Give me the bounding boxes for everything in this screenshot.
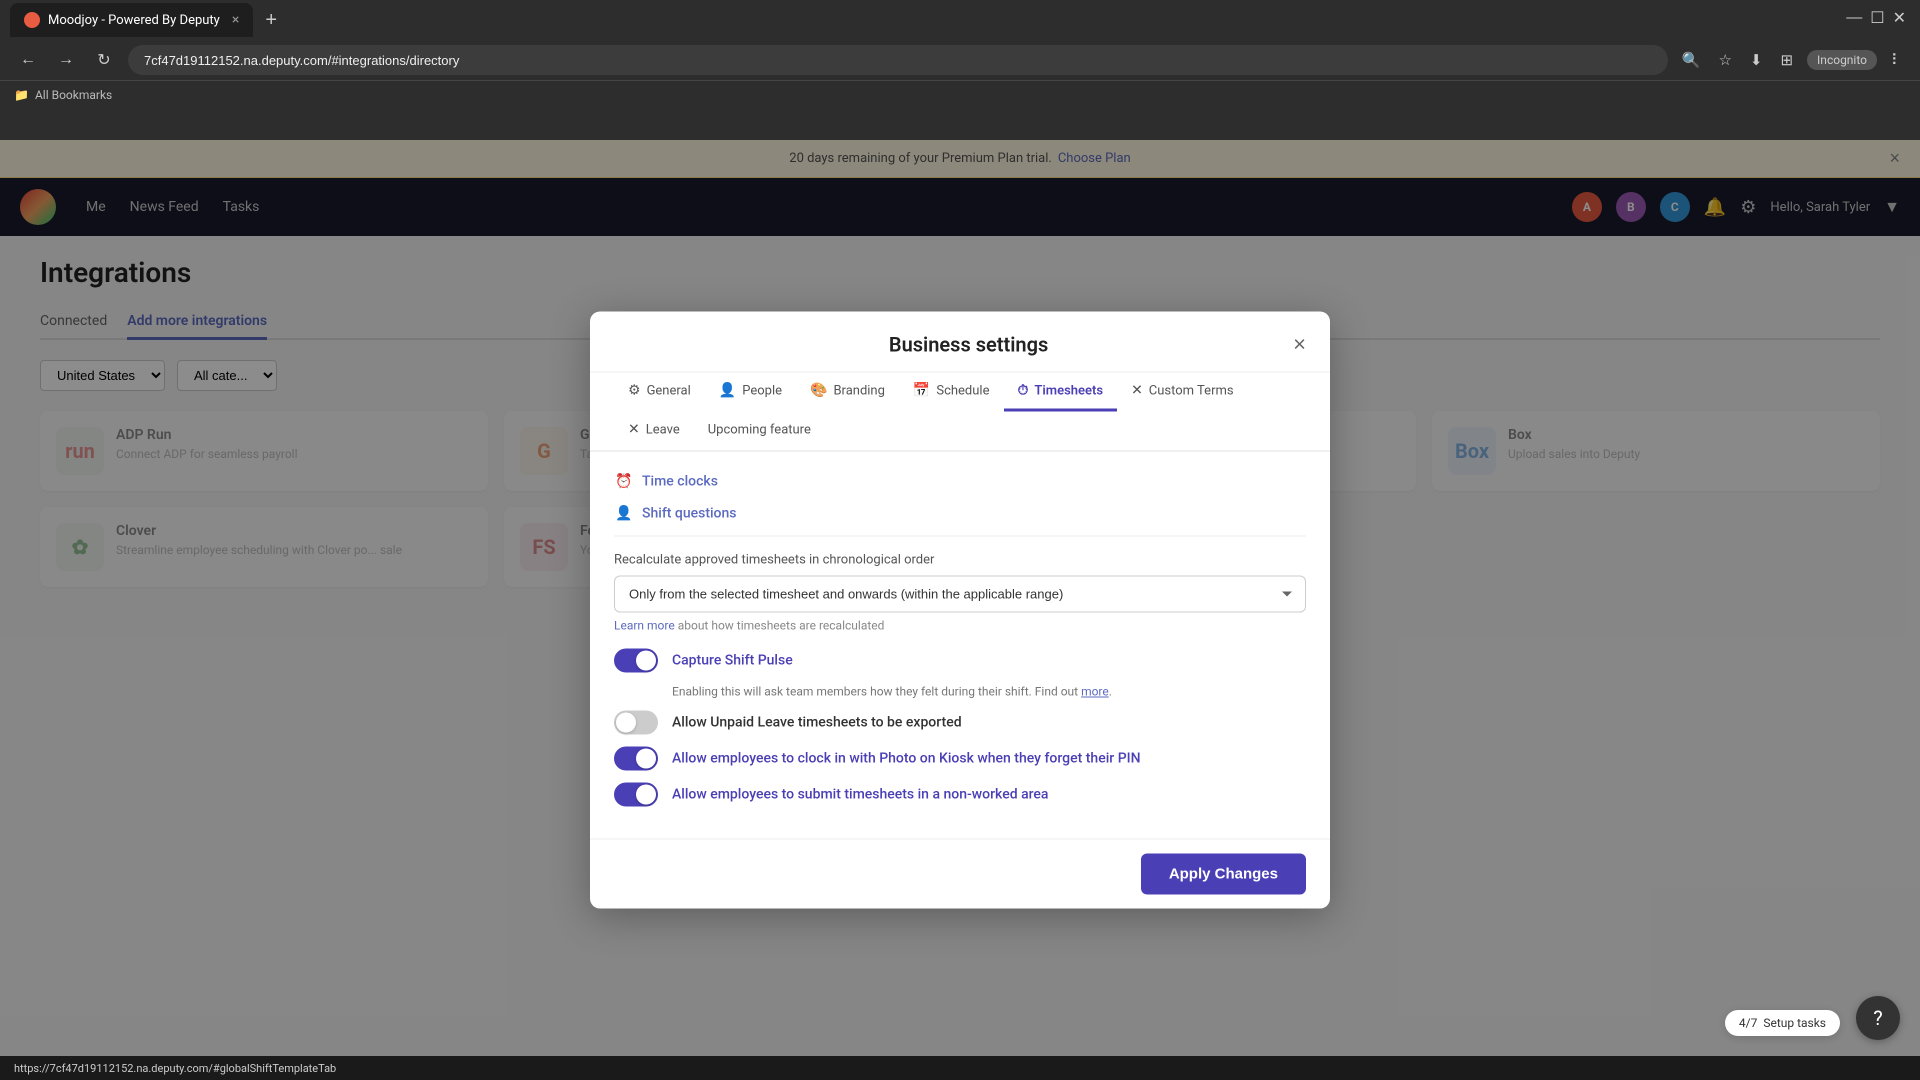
leave-icon: ✕ xyxy=(628,422,640,438)
extensions-button[interactable]: ⊞ xyxy=(1776,47,1797,73)
status-url: https://7cf47d19112152.na.deputy.com/#gl… xyxy=(14,1062,336,1075)
download-button[interactable]: ⬇ xyxy=(1746,47,1767,73)
modal-tab-timesheets-label: Timesheets xyxy=(1034,383,1103,398)
modal-tab-schedule-label: Schedule xyxy=(936,383,989,398)
non-worked-toggle-row: Allow employees to submit timesheets in … xyxy=(614,783,1306,807)
setup-tasks-count: 4/7 xyxy=(1739,1016,1757,1030)
photo-kiosk-label: Allow employees to clock in with Photo o… xyxy=(672,751,1141,767)
modal-tab-upcoming-label: Upcoming feature xyxy=(708,422,811,437)
recalculate-label: Recalculate approved timesheets in chron… xyxy=(614,553,1306,568)
help-button[interactable]: ? xyxy=(1856,996,1900,1040)
modal-tab-schedule[interactable]: 📅 Schedule xyxy=(899,373,1004,412)
custom-terms-icon: ✕ xyxy=(1131,383,1143,399)
modal-header: Business settings × xyxy=(590,312,1330,373)
toggle-knob-unpaid xyxy=(616,713,636,733)
tab-close-button[interactable]: × xyxy=(232,12,239,28)
modal-body: ⏰ Time clocks 👤 Shift questions Recalcul… xyxy=(590,452,1330,839)
tab-favicon xyxy=(24,12,40,28)
unpaid-leave-label: Allow Unpaid Leave timesheets to be expo… xyxy=(672,715,962,731)
learn-more-link[interactable]: Learn more xyxy=(614,619,675,633)
business-settings-modal: Business settings × ⚙ General 👤 People 🎨… xyxy=(590,312,1330,909)
toggle-knob-photo xyxy=(636,749,656,769)
maximize-button[interactable]: ☐ xyxy=(1870,8,1884,28)
bookmarks-folder-icon: 📁 xyxy=(14,88,29,102)
shift-questions-link[interactable]: 👤 Shift questions xyxy=(614,504,1306,524)
modal-title: Business settings xyxy=(644,333,1293,371)
modal-footer: Apply Changes xyxy=(590,839,1330,909)
schedule-icon: 📅 xyxy=(913,383,930,399)
non-worked-label: Allow employees to submit timesheets in … xyxy=(672,787,1048,803)
general-icon: ⚙ xyxy=(628,383,641,399)
people-icon: 👤 xyxy=(719,383,736,399)
apply-changes-button[interactable]: Apply Changes xyxy=(1141,854,1306,895)
address-bar-row: ← → ↻ 🔍 ☆ ⬇ ⊞ Incognito ⠇ xyxy=(0,40,1920,80)
capture-shift-pulse-sublabel: Enabling this will ask team members how … xyxy=(672,685,1306,699)
toggle-row-capture: Capture Shift Pulse xyxy=(614,649,1306,673)
bookmarks-bar: 📁 All Bookmarks xyxy=(0,80,1920,108)
photo-kiosk-toggle[interactable] xyxy=(614,747,658,771)
learn-more-text: Learn more about how timesheets are reca… xyxy=(614,619,1306,633)
modal-tab-general-label: General xyxy=(647,383,691,398)
setup-tasks-badge[interactable]: 4/7 Setup tasks xyxy=(1725,1010,1840,1036)
bookmarks-label: All Bookmarks xyxy=(35,88,112,102)
section-divider xyxy=(614,536,1306,537)
incognito-badge: Incognito xyxy=(1807,50,1877,70)
tab-bar: Moodjoy - Powered By Deputy × + — ☐ ✕ xyxy=(0,0,1920,40)
modal-tab-leave[interactable]: ✕ Leave xyxy=(614,412,694,451)
recalculate-dropdown[interactable]: Only from the selected timesheet and onw… xyxy=(614,576,1306,613)
branding-icon: 🎨 xyxy=(810,383,827,399)
learn-more-suffix: about how timesheets are recalculated xyxy=(678,619,885,633)
status-bar: https://7cf47d19112152.na.deputy.com/#gl… xyxy=(0,1056,1920,1080)
modal-tab-upcoming[interactable]: Upcoming feature xyxy=(694,412,825,451)
search-button[interactable]: 🔍 xyxy=(1678,47,1705,73)
modal-tab-leave-label: Leave xyxy=(646,422,680,437)
modal-close-button[interactable]: × xyxy=(1293,332,1306,372)
capture-shift-pulse-toggle[interactable] xyxy=(614,649,658,673)
back-button[interactable]: ← xyxy=(14,46,42,74)
close-window-button[interactable]: ✕ xyxy=(1893,8,1906,28)
time-clocks-icon: ⏰ xyxy=(614,472,634,492)
shift-questions-icon: 👤 xyxy=(614,504,634,524)
minimize-button[interactable]: — xyxy=(1846,8,1862,28)
timesheets-icon: ⏱ xyxy=(1018,383,1029,399)
modal-tab-people-label: People xyxy=(742,383,782,398)
modal-tab-timesheets[interactable]: ⏱ Timesheets xyxy=(1004,373,1118,412)
forward-button[interactable]: → xyxy=(52,46,80,74)
non-worked-toggle[interactable] xyxy=(614,783,658,807)
modal-tab-general[interactable]: ⚙ General xyxy=(614,373,705,412)
shift-questions-label: Shift questions xyxy=(642,506,737,522)
modal-tab-custom-terms[interactable]: ✕ Custom Terms xyxy=(1117,373,1248,412)
app-background: 20 days remaining of your Premium Plan t… xyxy=(0,140,1920,1080)
photo-kiosk-toggle-row: Allow employees to clock in with Photo o… xyxy=(614,747,1306,771)
browser-actions: 🔍 ☆ ⬇ ⊞ Incognito ⠇ xyxy=(1678,47,1906,73)
modal-tab-custom-terms-label: Custom Terms xyxy=(1149,383,1234,398)
new-tab-button[interactable]: + xyxy=(257,9,285,32)
browser-chrome: Moodjoy - Powered By Deputy × + — ☐ ✕ ← … xyxy=(0,0,1920,140)
capture-shift-pulse-label: Capture Shift Pulse xyxy=(672,653,793,669)
bookmark-button[interactable]: ☆ xyxy=(1714,47,1735,73)
setup-tasks-label: Setup tasks xyxy=(1763,1016,1826,1030)
unpaid-leave-toggle-row: Allow Unpaid Leave timesheets to be expo… xyxy=(614,711,1306,735)
toggle-knob-nonworked xyxy=(636,785,656,805)
browser-tab-active[interactable]: Moodjoy - Powered By Deputy × xyxy=(10,3,253,37)
toggle-knob xyxy=(636,651,656,671)
address-input[interactable] xyxy=(128,45,1668,75)
capture-shift-pulse-row: Capture Shift Pulse Enabling this will a… xyxy=(614,649,1306,699)
capture-more-link[interactable]: more xyxy=(1081,685,1109,699)
modal-tab-branding-label: Branding xyxy=(833,383,884,398)
time-clocks-link[interactable]: ⏰ Time clocks xyxy=(614,472,1306,492)
window-controls: — ☐ ✕ xyxy=(1846,8,1906,28)
modal-tab-people[interactable]: 👤 People xyxy=(705,373,796,412)
modal-tabs: ⚙ General 👤 People 🎨 Branding 📅 Schedule… xyxy=(590,373,1330,452)
menu-button[interactable]: ⠇ xyxy=(1887,47,1906,73)
modal-tab-branding[interactable]: 🎨 Branding xyxy=(796,373,899,412)
time-clocks-label: Time clocks xyxy=(642,474,718,490)
tab-title: Moodjoy - Powered By Deputy xyxy=(48,13,220,28)
unpaid-leave-toggle[interactable] xyxy=(614,711,658,735)
reload-button[interactable]: ↻ xyxy=(90,46,118,74)
